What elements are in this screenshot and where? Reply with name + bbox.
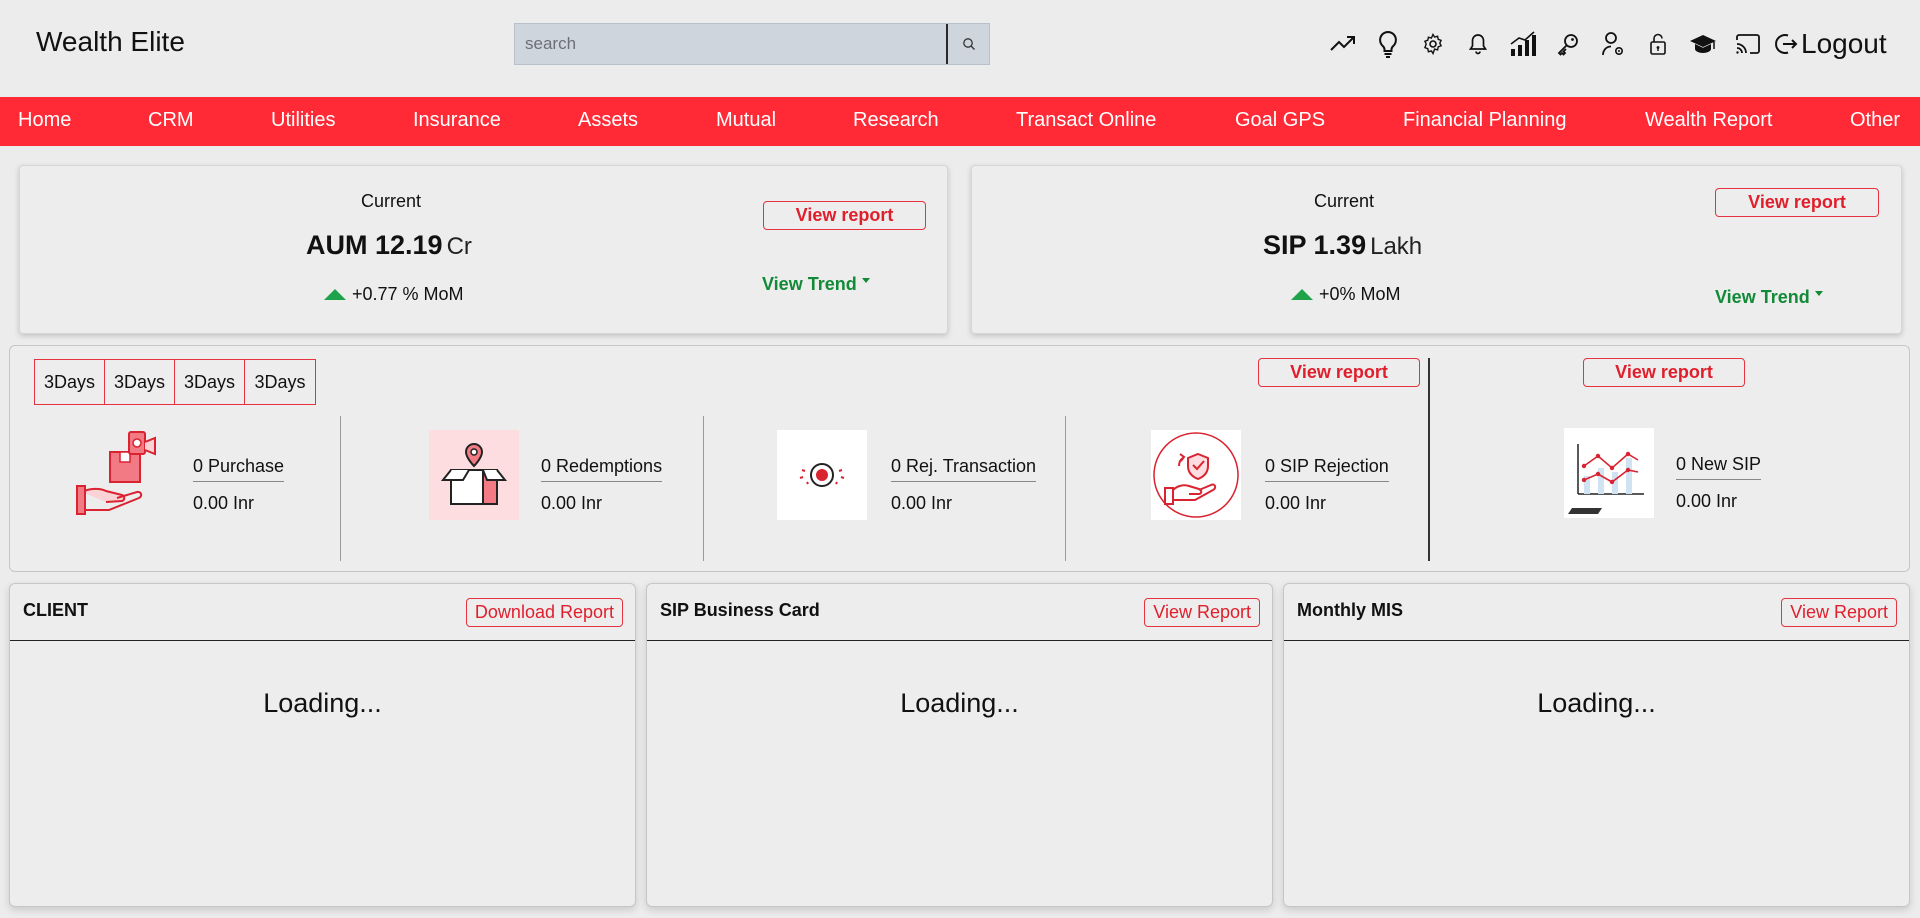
loading-text: Loading...	[900, 688, 1019, 718]
header-toolbar: Logout	[1320, 24, 1887, 64]
aum-unit: Cr	[446, 233, 472, 260]
sip-value: SIP 1.39 Lakh	[1263, 230, 1422, 261]
aum-metric: AUM 12.19	[306, 230, 443, 260]
monthly-mis-view-report-button[interactable]: View Report	[1781, 598, 1897, 627]
sip-business-card-title: SIP Business Card	[660, 600, 820, 620]
sip-view-trend-label: View Trend	[1715, 287, 1810, 307]
sip-current-label: Current	[1314, 191, 1375, 211]
sip-business-card: SIP Business Card View Report Loading...	[646, 583, 1273, 907]
transactions-panel: 3Days 3Days 3Days 3Days View report View…	[9, 345, 1910, 572]
nav-goal-gps[interactable]: Goal GPS	[1235, 109, 1325, 132]
cast-icon[interactable]	[1725, 24, 1770, 64]
nav-other[interactable]: Other	[1850, 109, 1900, 132]
days-filter-button-1[interactable]: 3Days	[35, 360, 105, 404]
sip-rejection-icon	[1151, 430, 1241, 520]
up-arrow-icon	[324, 289, 346, 300]
redemptions-value: 0.00 Inr	[541, 493, 603, 513]
aum-change: +0.77 % MoM	[324, 284, 464, 305]
search-icon	[962, 38, 975, 50]
lightbulb-icon[interactable]	[1365, 24, 1410, 64]
monthly-mis-card: Monthly MIS View Report Loading...	[1283, 583, 1910, 907]
rejected-transaction-label[interactable]: 0 Rej. Transaction	[891, 456, 1037, 482]
divider	[1065, 416, 1066, 561]
days-filter-button-4[interactable]: 3Days	[245, 360, 315, 404]
logout-label: Logout	[1801, 28, 1887, 59]
rejected-transaction-icon	[777, 430, 867, 520]
user-settings-icon[interactable]	[1590, 24, 1635, 64]
aum-value: AUM 12.19 Cr	[306, 230, 472, 261]
new-sip-label[interactable]: 0 New SIP	[1676, 454, 1762, 480]
aum-card: Current AUM 12.19 Cr +0.77 % MoM View rep…	[19, 165, 948, 334]
rejected-transaction-value: 0.00 Inr	[891, 493, 953, 513]
new-sip-icon	[1564, 428, 1654, 518]
key-icon[interactable]	[1545, 24, 1590, 64]
gear-icon[interactable]	[1410, 24, 1455, 64]
header: Wealth Elite search Logout	[0, 0, 1920, 97]
loading-text: Loading...	[263, 688, 382, 718]
sip-view-report-button[interactable]: View report	[1715, 188, 1879, 217]
search-button[interactable]	[946, 24, 989, 64]
client-card: CLIENT Download Report Loading...	[9, 583, 636, 907]
download-report-button[interactable]: Download Report	[465, 598, 623, 627]
redemptions-label[interactable]: 0 Redemptions	[541, 456, 663, 482]
sip-rejection-label[interactable]: 0 SIP Rejection	[1265, 456, 1389, 482]
app-title: Wealth Elite	[36, 26, 185, 57]
main-nav: Home CRM Utilities Insurance Assets Mutu…	[0, 97, 1920, 146]
divider	[1428, 358, 1430, 561]
monthly-mis-card-header: Monthly MIS View Report	[1284, 584, 1909, 641]
nav-crm[interactable]: CRM	[148, 109, 194, 132]
sip-change: +0% MoM	[1291, 284, 1401, 305]
nav-assets[interactable]: Assets	[578, 109, 638, 132]
caret-down-icon	[1814, 290, 1823, 296]
sip-unit: Lakh	[1370, 233, 1423, 260]
divider	[340, 416, 341, 561]
client-card-title: CLIENT	[23, 600, 88, 620]
sip-business-view-report-button[interactable]: View Report	[1144, 598, 1260, 627]
purchase-label[interactable]: 0 Purchase	[193, 456, 285, 482]
aum-view-report-button[interactable]: View report	[763, 201, 926, 230]
bell-icon[interactable]	[1455, 24, 1500, 64]
sip-change-text: +0% MoM	[1319, 284, 1401, 304]
logout-icon	[1775, 34, 1798, 54]
trending-up-icon[interactable]	[1320, 24, 1365, 64]
aum-current-label: Current	[361, 191, 422, 211]
new-sip-value: 0.00 Inr	[1676, 491, 1738, 511]
caret-down-icon	[861, 277, 870, 283]
search-bar	[514, 23, 990, 65]
monthly-mis-card-title: Monthly MIS	[1297, 600, 1403, 620]
search-input[interactable]	[515, 24, 946, 64]
nav-financial-planning[interactable]: Financial Planning	[1403, 109, 1566, 132]
sip-card: Current SIP 1.39 Lakh +0% MoM View report…	[971, 165, 1902, 334]
nav-transact-online[interactable]: Transact Online	[1016, 109, 1156, 132]
sip-view-trend-dropdown[interactable]: View Trend	[1715, 287, 1823, 308]
graduation-cap-icon[interactable]	[1680, 24, 1725, 64]
signal-chart-icon[interactable]	[1500, 24, 1545, 64]
purchase-value: 0.00 Inr	[193, 493, 255, 513]
nav-mutual[interactable]: Mutual	[716, 109, 776, 132]
transactions-view-report-button[interactable]: View report	[1258, 358, 1420, 387]
days-filter-group: 3Days 3Days 3Days 3Days	[34, 359, 316, 405]
nav-wealth-report[interactable]: Wealth Report	[1645, 109, 1772, 132]
nav-insurance[interactable]: Insurance	[413, 109, 501, 132]
aum-view-trend-dropdown[interactable]: View Trend	[762, 274, 870, 295]
up-arrow-icon	[1291, 289, 1313, 300]
aum-view-trend-label: View Trend	[762, 274, 857, 294]
nav-home[interactable]: Home	[18, 109, 71, 132]
divider	[703, 416, 704, 561]
client-card-header: CLIENT Download Report	[10, 584, 635, 641]
redemptions-icon	[429, 430, 519, 520]
sip-metric: SIP 1.39	[1263, 230, 1367, 260]
loading-text: Loading...	[1537, 688, 1656, 718]
purchase-icon	[74, 430, 164, 520]
nav-utilities[interactable]: Utilities	[271, 109, 335, 132]
sip-business-card-header: SIP Business Card View Report	[647, 584, 1272, 641]
logout-button[interactable]: Logout	[1774, 28, 1887, 60]
aum-change-text: +0.77 % MoM	[352, 284, 464, 304]
nav-research[interactable]: Research	[853, 109, 939, 132]
sip-rejection-value: 0.00 Inr	[1265, 493, 1327, 513]
days-filter-button-3[interactable]: 3Days	[175, 360, 245, 404]
new-sip-view-report-button[interactable]: View report	[1583, 358, 1745, 387]
lock-icon[interactable]	[1635, 24, 1680, 64]
days-filter-button-2[interactable]: 3Days	[105, 360, 175, 404]
